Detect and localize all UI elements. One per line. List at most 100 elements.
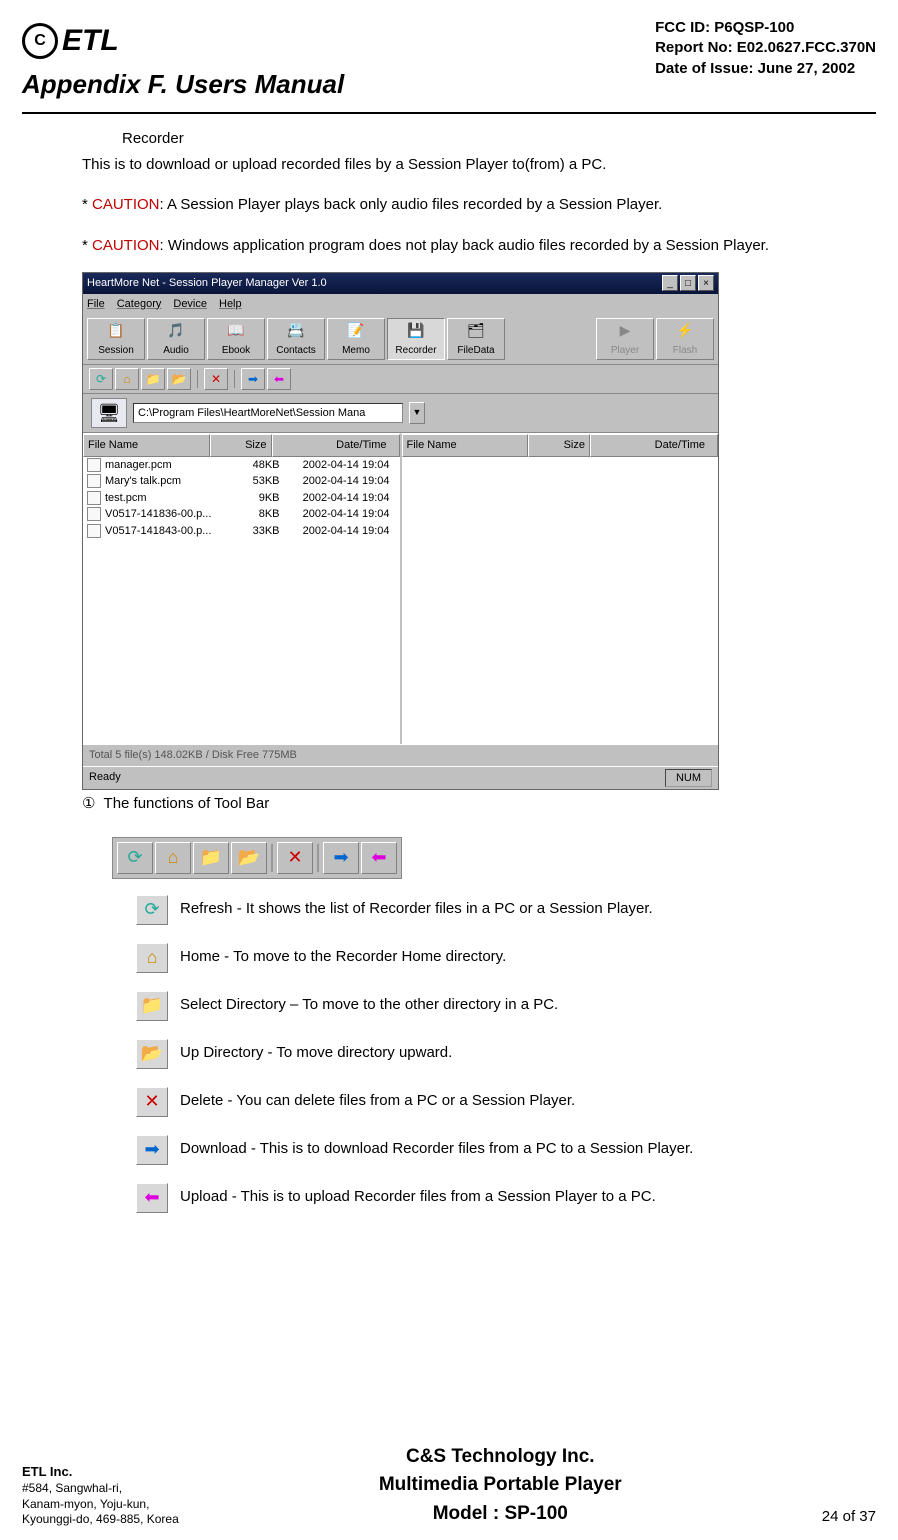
- icon-description-row: ⬅Upload - This is to upload Recorder fil…: [136, 1183, 836, 1213]
- footer-product: Multimedia Portable Player: [379, 1471, 622, 1500]
- path-dropdown[interactable]: ▼: [409, 402, 425, 424]
- menu-category[interactable]: Category: [117, 296, 162, 313]
- footer-company: ETL Inc.: [22, 1464, 72, 1479]
- toolbar-label: Contacts: [276, 343, 315, 358]
- status-total: Total 5 file(s) 148.02KB / Disk Free 775…: [83, 744, 718, 766]
- toolbar-label: FileData: [457, 343, 494, 358]
- toolbar-contacts[interactable]: 📇Contacts: [267, 318, 325, 360]
- ebook-icon: 📖: [226, 321, 246, 341]
- maximize-button[interactable]: □: [680, 275, 696, 291]
- table-row[interactable]: V0517-141843-00.p...33KB2002-04-14 19:04: [83, 523, 400, 540]
- caution-word-1: CAUTION: [92, 196, 160, 213]
- file-icon: [87, 474, 101, 488]
- toolbar-player: ▶Player: [596, 318, 654, 360]
- right-arrow-icon: ➡: [323, 842, 359, 874]
- icon-description-row: ➡Download - This is to download Recorder…: [136, 1135, 836, 1165]
- page-header: C ETL Appendix F. Users Manual FCC ID: P…: [22, 18, 876, 104]
- desc-icon: 📂: [136, 1039, 168, 1069]
- enlarged-toolbar: ⟳ ⌂ 📁 📂 ✕ ➡ ⬅: [112, 837, 402, 879]
- icon-description-row: 📁 Select Directory – To move to the other…: [136, 991, 836, 1021]
- page-footer: ETL Inc. #584, Sangwhal-ri, Kanam-myon, …: [22, 1442, 876, 1529]
- folder-button[interactable]: 📁: [141, 368, 165, 390]
- home-icon: ⌂: [155, 842, 191, 874]
- toolbar-ebook[interactable]: 📖 Ebook: [207, 318, 265, 360]
- col-size-r[interactable]: Size: [528, 434, 590, 457]
- table-row[interactable]: test.pcm9KB2002-04-14 19:04: [83, 490, 400, 507]
- meta-report: Report No: E02.0627.FCC.370N: [655, 38, 876, 58]
- app-toolbar: 📋Session🎵Audio 📖 Ebook 📇Contacts📝Memo💾Recor…: [83, 314, 718, 365]
- toolbar-separator: [234, 370, 235, 388]
- footer-model: Model : SP-100: [379, 1500, 622, 1529]
- col-size[interactable]: Size: [210, 434, 272, 457]
- footer-company-center: C&S Technology Inc.: [379, 1443, 622, 1472]
- table-row[interactable]: manager.pcm48KB2002-04-14 19:04: [83, 457, 400, 474]
- folder-icon: 📁: [193, 842, 229, 874]
- toolbar-filedata[interactable]: 🗂FileData: [447, 318, 505, 360]
- caution-1: * CAUTION: A Session Player plays back o…: [82, 191, 836, 220]
- toolbar-flash: ⚡ Flash: [656, 318, 714, 360]
- refresh-icon: ⟳: [117, 842, 153, 874]
- app-window: HeartMore Net - Session Player Manager V…: [82, 272, 719, 790]
- delete-icon: ✕: [277, 842, 313, 874]
- icon-desc-text: Upload - This is to upload Recorder file…: [180, 1186, 656, 1209]
- icon-description-list: ⟳Refresh - It shows the list of Recorder…: [136, 895, 836, 1213]
- table-row[interactable]: V0517-141836-00.p...8KB2002-04-14 19:04: [83, 506, 400, 523]
- recorder-icon: 💾: [406, 321, 426, 341]
- toolbar-session[interactable]: 📋Session: [87, 318, 145, 360]
- desc-icon: 📁: [136, 991, 168, 1021]
- upload-button[interactable]: ⬅: [267, 368, 291, 390]
- player-icon: ▶: [615, 321, 635, 341]
- download-button[interactable]: ➡: [241, 368, 265, 390]
- flash-icon: ⚡: [675, 321, 695, 341]
- footer-addr3: Kyounggi-do, 469-885, Korea: [22, 1512, 179, 1526]
- file-icon: [87, 491, 101, 505]
- up-dir-button[interactable]: 📂: [167, 368, 191, 390]
- logo-mark-icon: C: [22, 23, 58, 59]
- icon-desc-text: Select Directory – To move to the other …: [180, 994, 558, 1017]
- toolbar-label: Ebook: [222, 343, 250, 358]
- path-input[interactable]: C:\Program Files\HeartMoreNet\Session Ma…: [133, 403, 403, 423]
- big-sep: [317, 844, 319, 872]
- file-panes: File Name Size Date/Time manager.pcm48KB…: [83, 433, 718, 744]
- home-button[interactable]: ⌂: [115, 368, 139, 390]
- toolbar-memo[interactable]: 📝Memo: [327, 318, 385, 360]
- meta-fcc: FCC ID: P6QSP-100: [655, 18, 876, 38]
- table-row[interactable]: Mary's talk.pcm53KB2002-04-14 19:04: [83, 473, 400, 490]
- menu-file[interactable]: File: [87, 296, 105, 313]
- refresh-button[interactable]: ⟳: [89, 368, 113, 390]
- content: Recorder This is to download or upload r…: [82, 128, 836, 1213]
- path-bar: 🖥 C:\Program Files\HeartMoreNet\Session …: [83, 394, 718, 433]
- icon-desc-text: Up Directory - To move directory upward.: [180, 1042, 452, 1065]
- menu-help[interactable]: Help: [219, 296, 242, 313]
- footer-addr1: #584, Sangwhal-ri,: [22, 1481, 122, 1495]
- icon-description-row: ⟳Refresh - It shows the list of Recorder…: [136, 895, 836, 925]
- desc-icon: ✕: [136, 1087, 168, 1117]
- session-icon: 📋: [106, 321, 126, 341]
- toolbar-recorder[interactable]: 💾Recorder: [387, 318, 445, 360]
- footer-left: ETL Inc. #584, Sangwhal-ri, Kanam-myon, …: [22, 1464, 179, 1528]
- file-icon: [87, 507, 101, 521]
- header-divider: [22, 112, 876, 114]
- desc-icon: ⟳: [136, 895, 168, 925]
- caution-1-text: : A Session Player plays back only audio…: [160, 196, 663, 213]
- icon-description-row: 📂 Up Directory - To move directory upward…: [136, 1039, 836, 1069]
- minimize-button[interactable]: _: [662, 275, 678, 291]
- menu-device[interactable]: Device: [173, 296, 207, 313]
- section-title: The functions of Tool Bar: [104, 795, 270, 812]
- close-button[interactable]: ×: [698, 275, 714, 291]
- delete-button[interactable]: ✕: [204, 368, 228, 390]
- toolbar-label: Flash: [673, 343, 697, 358]
- col-datetime[interactable]: Date/Time: [272, 434, 400, 457]
- footer-addr2: Kanam-myon, Yoju-kun,: [22, 1497, 149, 1511]
- icon-desc-text: Home - To move to the Recorder Home dire…: [180, 946, 506, 969]
- audio-icon: 🎵: [166, 321, 186, 341]
- icon-desc-text: Download - This is to download Recorder …: [180, 1138, 693, 1161]
- col-datetime-r[interactable]: Date/Time: [590, 434, 718, 457]
- caution-word-2: CAUTION: [92, 237, 160, 254]
- toolbar-audio[interactable]: 🎵Audio: [147, 318, 205, 360]
- file-icon: [87, 458, 101, 472]
- col-filename-r[interactable]: File Name: [402, 434, 529, 457]
- col-filename[interactable]: File Name: [83, 434, 210, 457]
- section-heading: ① The functions of Tool Bar: [82, 790, 836, 819]
- icon-description-row: ✕Delete - You can delete files from a PC…: [136, 1087, 836, 1117]
